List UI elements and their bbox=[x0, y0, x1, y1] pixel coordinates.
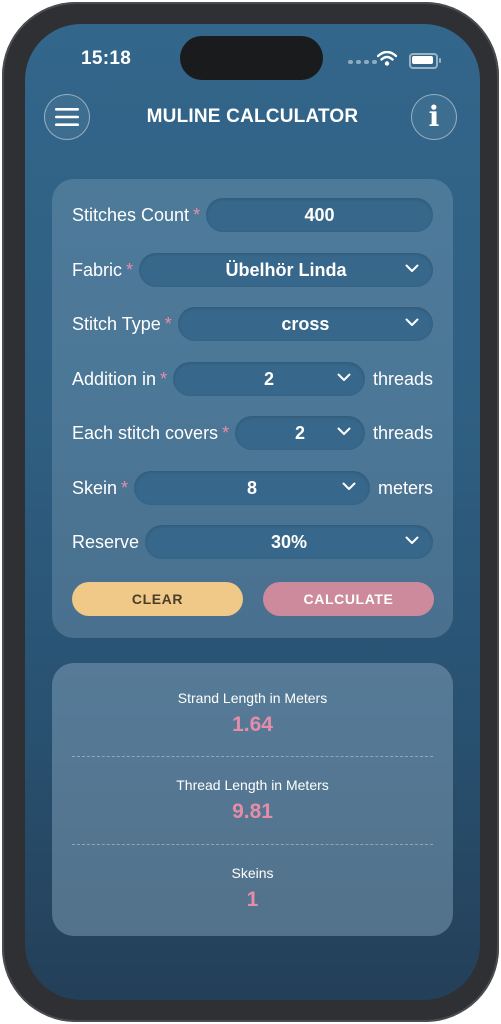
fabric-select[interactable]: Übelhör Linda bbox=[139, 253, 433, 287]
calculate-button[interactable]: CALCULATE bbox=[263, 582, 434, 616]
status-time: 15:18 bbox=[81, 48, 132, 69]
strand-length-title: Strand Length in Meters bbox=[177, 690, 328, 706]
battery-icon bbox=[409, 53, 441, 69]
results-divider bbox=[72, 844, 433, 845]
reserve-row: Reserve 30% bbox=[72, 525, 433, 559]
addition-unit: threads bbox=[372, 368, 433, 389]
wifi-icon bbox=[377, 51, 397, 66]
stitch-type-row: Stitch Type * cross bbox=[72, 307, 433, 341]
required-mark: * bbox=[222, 422, 230, 443]
required-mark: * bbox=[193, 204, 201, 225]
stitches-count-input[interactable]: 400 bbox=[206, 198, 433, 232]
calculator-form: Stitches Count * 400 Fabric * Übelhör Lind… bbox=[52, 179, 453, 638]
fabric-label: Fabric * bbox=[72, 259, 134, 280]
skein-row: Skein * 8 meters bbox=[72, 471, 433, 505]
info-icon: i bbox=[428, 100, 440, 133]
phone-frame: 15:18 MULINE CALCULATOR i Stitches Count… bbox=[2, 2, 499, 1022]
each-stitch-label: Each stitch covers * bbox=[72, 422, 230, 443]
stitch-type-label: Stitch Type * bbox=[72, 313, 172, 334]
skein-label: Skein * bbox=[72, 477, 129, 498]
dynamic-island bbox=[180, 36, 323, 80]
stitch-type-select[interactable]: cross bbox=[177, 307, 433, 341]
stitches-count-label: Stitches Count * bbox=[72, 204, 201, 225]
chevron-down-icon bbox=[405, 264, 419, 272]
each-stitch-unit: threads bbox=[372, 422, 433, 443]
thread-length-title: Thread Length in Meters bbox=[176, 777, 329, 793]
clear-button[interactable]: CLEAR bbox=[72, 582, 243, 616]
info-button[interactable]: i bbox=[411, 94, 457, 140]
skein-select[interactable]: 8 bbox=[134, 471, 370, 505]
chevron-down-icon bbox=[405, 318, 419, 326]
chevron-down-icon bbox=[342, 482, 356, 490]
skeins-value: 1 bbox=[246, 888, 259, 911]
addition-select[interactable]: 2 bbox=[173, 362, 365, 396]
stitches-count-row: Stitches Count * 400 bbox=[72, 198, 433, 232]
results-panel: Strand Length in Meters 1.64 Thread Leng… bbox=[52, 663, 453, 936]
chevron-down-icon bbox=[405, 536, 419, 544]
thread-length-value: 9.81 bbox=[232, 800, 273, 823]
each-stitch-select[interactable]: 2 bbox=[235, 416, 365, 450]
skein-unit: meters bbox=[377, 477, 433, 498]
required-mark: * bbox=[160, 368, 168, 389]
results-divider bbox=[72, 756, 433, 757]
reserve-select[interactable]: 30% bbox=[145, 525, 433, 559]
skeins-title: Skeins bbox=[231, 865, 274, 881]
chevron-down-icon bbox=[337, 373, 351, 381]
app-screen: 15:18 MULINE CALCULATOR i Stitches Count… bbox=[25, 24, 480, 1000]
addition-row: Addition in * 2 threads bbox=[72, 362, 433, 396]
addition-label: Addition in * bbox=[72, 368, 168, 389]
chevron-down-icon bbox=[337, 427, 351, 435]
cellular-signal-icon bbox=[348, 60, 377, 64]
fabric-row: Fabric * Übelhör Linda bbox=[72, 253, 433, 287]
each-stitch-row: Each stitch covers * 2 threads bbox=[72, 416, 433, 450]
required-mark: * bbox=[121, 477, 129, 498]
required-mark: * bbox=[126, 259, 134, 280]
reserve-label: Reserve bbox=[72, 531, 140, 552]
strand-length-value: 1.64 bbox=[232, 713, 273, 736]
required-mark: * bbox=[164, 313, 172, 334]
